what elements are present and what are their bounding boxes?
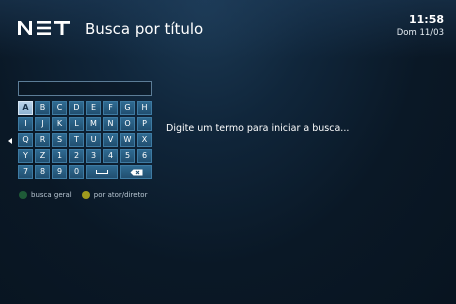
space-key[interactable]	[86, 165, 118, 179]
color-legend: busca geral por ator/diretor	[19, 191, 147, 199]
left-arrow-icon	[8, 138, 12, 144]
key-5[interactable]: 5	[120, 149, 135, 163]
legend-label-actor-director: por ator/diretor	[93, 191, 148, 199]
key-o[interactable]: O	[120, 117, 135, 131]
keyboard-row: Q R S T U V W X	[18, 133, 154, 147]
key-u[interactable]: U	[86, 133, 101, 147]
key-7[interactable]: 7	[18, 165, 33, 179]
key-f[interactable]: F	[103, 101, 118, 115]
key-r[interactable]: R	[35, 133, 50, 147]
key-y[interactable]: Y	[18, 149, 33, 163]
key-2[interactable]: 2	[69, 149, 84, 163]
legend-label-general: busca geral	[31, 191, 72, 199]
clock-time: 11:58	[408, 13, 444, 26]
green-button-icon	[19, 191, 27, 199]
key-3[interactable]: 3	[86, 149, 101, 163]
key-v[interactable]: V	[103, 133, 118, 147]
key-g[interactable]: G	[120, 101, 135, 115]
key-x[interactable]: X	[137, 133, 152, 147]
key-i[interactable]: I	[18, 117, 33, 131]
keyboard-row: A B C D E F G H	[18, 101, 154, 115]
key-q[interactable]: Q	[18, 133, 33, 147]
key-4[interactable]: 4	[103, 149, 118, 163]
key-d[interactable]: D	[69, 101, 84, 115]
key-a[interactable]: A	[18, 101, 33, 115]
search-screen: Busca por título 11:58 Dom 11/03 A B C D…	[0, 0, 456, 304]
header: Busca por título 11:58 Dom 11/03	[0, 0, 456, 58]
keyboard-row: I J K L M N O P	[18, 117, 154, 131]
key-b[interactable]: B	[35, 101, 50, 115]
key-p[interactable]: P	[137, 117, 152, 131]
key-c[interactable]: C	[52, 101, 67, 115]
key-8[interactable]: 8	[35, 165, 50, 179]
key-w[interactable]: W	[120, 133, 135, 147]
key-m[interactable]: M	[86, 117, 101, 131]
key-1[interactable]: 1	[52, 149, 67, 163]
key-e[interactable]: E	[86, 101, 101, 115]
key-9[interactable]: 9	[52, 165, 67, 179]
space-icon	[96, 170, 108, 174]
key-n[interactable]: N	[103, 117, 118, 131]
clock-date: Dom 11/03	[396, 28, 444, 38]
backspace-key[interactable]	[120, 165, 152, 179]
key-z[interactable]: Z	[35, 149, 50, 163]
keyboard-row: 7 8 9 0	[18, 165, 154, 179]
backspace-icon	[130, 169, 143, 176]
on-screen-keyboard: A B C D E F G H I J K L M N O P Q R S T …	[18, 101, 154, 181]
key-6[interactable]: 6	[137, 149, 152, 163]
key-j[interactable]: J	[35, 117, 50, 131]
key-0[interactable]: 0	[69, 165, 84, 179]
search-hint: Digite um termo para iniciar a busca...	[166, 123, 350, 134]
key-s[interactable]: S	[52, 133, 67, 147]
page-title: Busca por título	[85, 20, 204, 38]
clock: 11:58 Dom 11/03	[397, 13, 444, 39]
net-logo	[18, 21, 70, 35]
keyboard-row: Y Z 1 2 3 4 5 6	[18, 149, 154, 163]
key-k[interactable]: K	[52, 117, 67, 131]
search-input[interactable]	[18, 81, 152, 96]
yellow-button-icon	[81, 191, 90, 199]
key-h[interactable]: H	[137, 101, 152, 115]
key-t[interactable]: T	[69, 133, 84, 147]
key-l[interactable]: L	[69, 117, 84, 131]
